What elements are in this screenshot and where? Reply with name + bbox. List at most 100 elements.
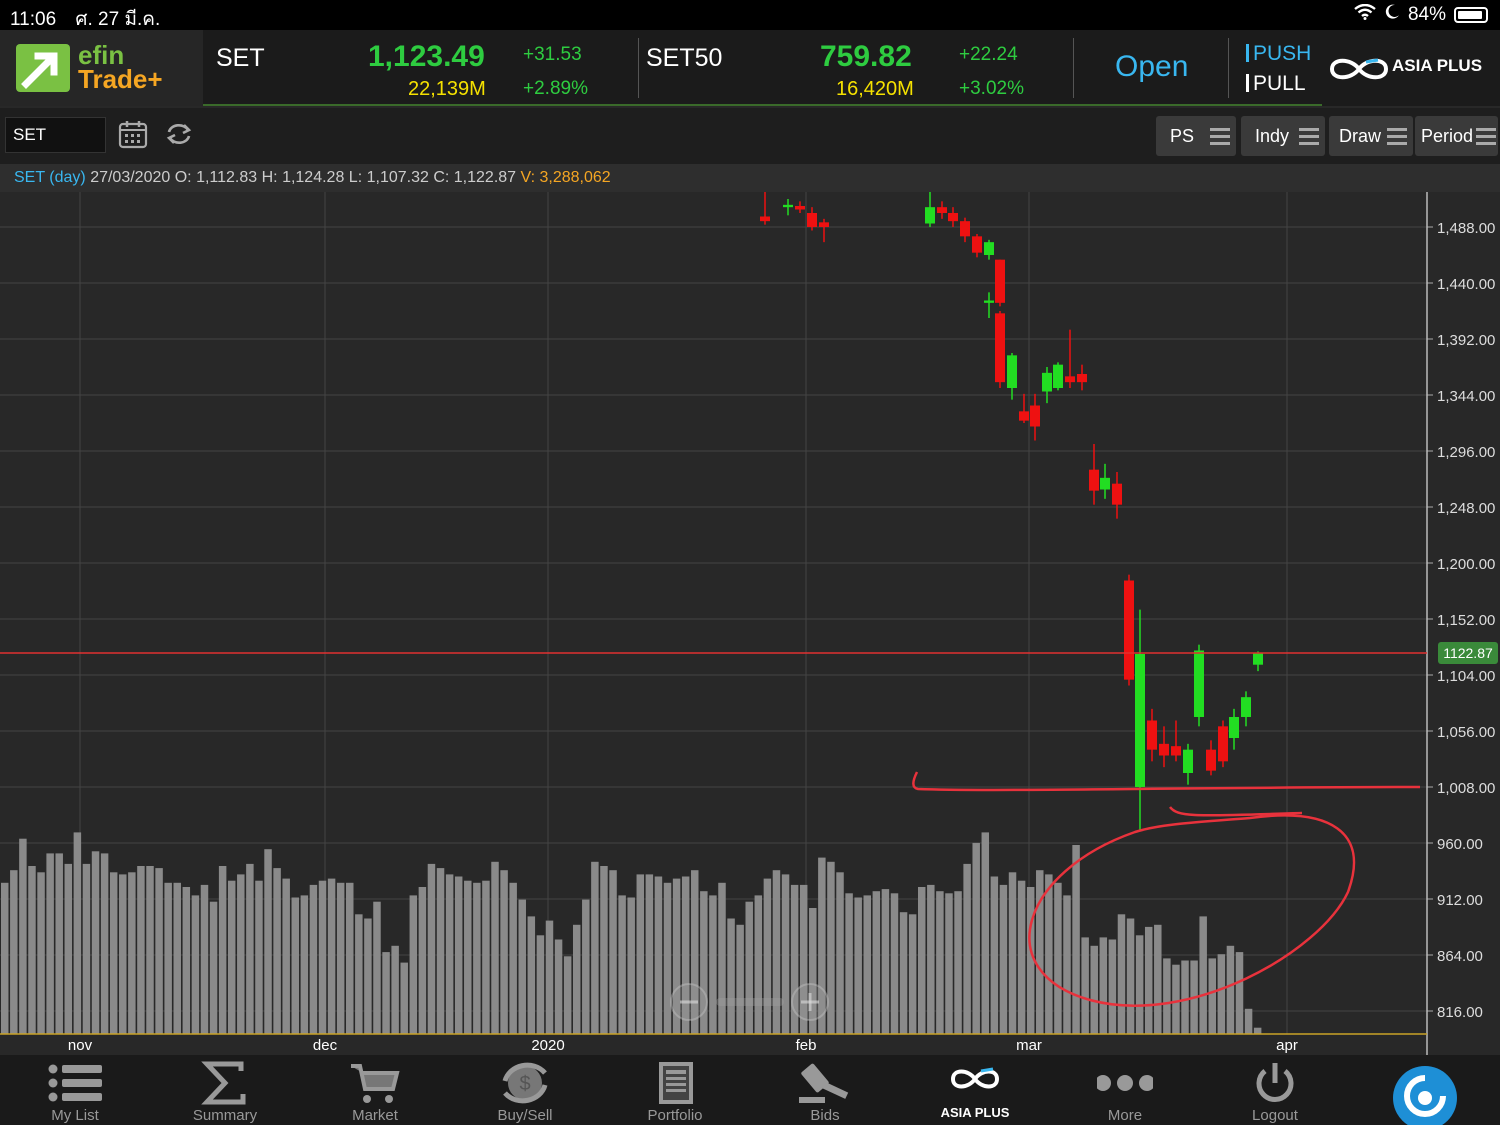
- candlestick-chart-svg[interactable]: 1,488.00 1,440.00 1,392.00 1,344.00 1,296.00…: [0, 192, 1500, 1055]
- index-name: SET50: [646, 44, 723, 72]
- y-tick-label: 1,200.00: [1437, 556, 1495, 573]
- nav-label: Buy/Sell: [497, 1107, 553, 1124]
- nav-item-summary[interactable]: Summary: [150, 1055, 300, 1125]
- volume-bar: [28, 866, 36, 1034]
- candle-up: [1053, 364, 1063, 388]
- volume-bar: [1217, 954, 1226, 1034]
- volume-bar: [727, 918, 735, 1034]
- nav-item-buy-sell[interactable]: $ Buy/Sell: [450, 1055, 600, 1125]
- zoom-slider: [716, 998, 784, 1006]
- indy-button[interactable]: Indy: [1241, 116, 1325, 156]
- nav-item-asia-plus[interactable]: ASIA PLUS: [900, 1055, 1050, 1125]
- volume-bar: [591, 861, 599, 1034]
- calendar-icon[interactable]: [118, 119, 148, 149]
- nav-label: Logout: [1252, 1107, 1298, 1124]
- volume-bar: [73, 832, 82, 1034]
- volume-bar: [182, 887, 191, 1034]
- volume-bar: [881, 889, 890, 1034]
- y-tick-label: 960.00: [1437, 836, 1483, 853]
- volume-bar: [173, 882, 181, 1034]
- volume-bar: [218, 866, 227, 1034]
- candles: [760, 192, 1263, 832]
- ohlc-date: 27/03/2020: [90, 169, 171, 186]
- volume-bar: [1172, 964, 1180, 1034]
- volume-bar: [1081, 937, 1089, 1034]
- refresh-fab-icon[interactable]: [1392, 1063, 1458, 1125]
- volume-bar: [227, 880, 236, 1034]
- infinity-icon: [1329, 58, 1389, 80]
- candle-down: [995, 259, 1005, 303]
- volume-bar: [554, 939, 563, 1034]
- volume-bar: [418, 887, 427, 1034]
- candle-down: [1171, 746, 1181, 756]
- bottom-nav: My List Summary Market $ Buy/Sell Portfolio Bi…: [0, 1055, 1500, 1125]
- index-set50[interactable]: SET50 759.82 16,420M +22.24 +3.02%: [640, 30, 1072, 106]
- volume-bar: [327, 878, 336, 1034]
- volume-bar: [400, 962, 408, 1034]
- refresh-icon[interactable]: [164, 119, 194, 149]
- volume-bar: [763, 878, 772, 1034]
- index-set[interactable]: SET 1,123.49 22,139M +31.53 +2.89%: [203, 30, 638, 106]
- volume-bar: [945, 893, 953, 1034]
- nav-item-logout[interactable]: Logout: [1200, 1055, 1350, 1125]
- status-time: 11:06: [10, 9, 57, 30]
- efin-logo[interactable]: efin Trade+: [0, 30, 203, 106]
- index-value: 759.82: [820, 40, 912, 73]
- index-change: +31.53: [523, 44, 582, 65]
- volume-bar: [191, 895, 200, 1034]
- period-button[interactable]: Period: [1415, 116, 1498, 156]
- volume-bar: [845, 893, 853, 1034]
- price-chart[interactable]: 1,488.00 1,440.00 1,392.00 1,344.00 1,296.00…: [0, 192, 1500, 1055]
- candle-down: [1019, 411, 1029, 421]
- volume-bar: [863, 895, 871, 1034]
- volume-bar: [536, 935, 545, 1034]
- volume-label: V:: [520, 169, 536, 186]
- candle-up: [1183, 749, 1193, 773]
- volume-bar: [391, 945, 399, 1034]
- y-tick-label: 1,392.00: [1437, 332, 1495, 349]
- push-label: PUSH: [1253, 42, 1312, 65]
- volume-bar: [346, 882, 354, 1034]
- volume-bar: [364, 918, 372, 1034]
- candle-down: [1206, 749, 1216, 771]
- draw-button[interactable]: Draw: [1329, 116, 1413, 156]
- menu-icon: [1476, 128, 1496, 146]
- nav-item-more[interactable]: More: [1050, 1055, 1200, 1125]
- ps-button[interactable]: PS: [1156, 116, 1236, 156]
- logo-text-trade: Trade+: [78, 64, 163, 94]
- index-volume: 16,420M: [836, 78, 914, 100]
- volume-bar: [209, 901, 218, 1034]
- candle-up: [1229, 717, 1239, 738]
- nav-item-portfolio[interactable]: Portfolio: [600, 1055, 750, 1125]
- volume-bar: [1199, 916, 1207, 1034]
- nav-item-bids[interactable]: Bids: [750, 1055, 900, 1125]
- volume-bar: [155, 868, 163, 1034]
- candle-up: [984, 300, 994, 303]
- ohlc-info-bar: SET (day) 27/03/2020 O: 1,112.83 H: 1,12…: [0, 164, 1500, 192]
- volume-bar: [473, 882, 481, 1034]
- symbol-input[interactable]: SET: [5, 117, 106, 153]
- candle-down: [1112, 483, 1122, 505]
- volume-bar: [427, 863, 436, 1034]
- menu-icon: [1210, 128, 1230, 146]
- volume-bar: [999, 884, 1008, 1034]
- candle-down: [1065, 376, 1075, 383]
- nav-item-market[interactable]: Market: [300, 1055, 450, 1125]
- candle-up: [1194, 650, 1204, 717]
- x-tick-label: nov: [68, 1037, 93, 1054]
- volume-bar: [37, 872, 45, 1034]
- push-toggle[interactable]: PUSH: [1246, 42, 1311, 66]
- volume-bar: [772, 870, 781, 1034]
- period-label: Period: [1421, 126, 1474, 146]
- cart-icon: [347, 1061, 403, 1105]
- volume-bar: [382, 952, 390, 1034]
- candle-up: [925, 207, 935, 224]
- volume-bar: [1154, 924, 1162, 1034]
- pull-toggle[interactable]: PULL: [1246, 72, 1306, 96]
- volume-bar: [527, 916, 536, 1034]
- nav-label: My List: [51, 1107, 99, 1124]
- nav-item-my-list[interactable]: My List: [0, 1055, 150, 1125]
- high-value: 1,124.28: [282, 169, 345, 186]
- sigma-icon: [197, 1061, 253, 1105]
- volume-bar: [355, 914, 363, 1034]
